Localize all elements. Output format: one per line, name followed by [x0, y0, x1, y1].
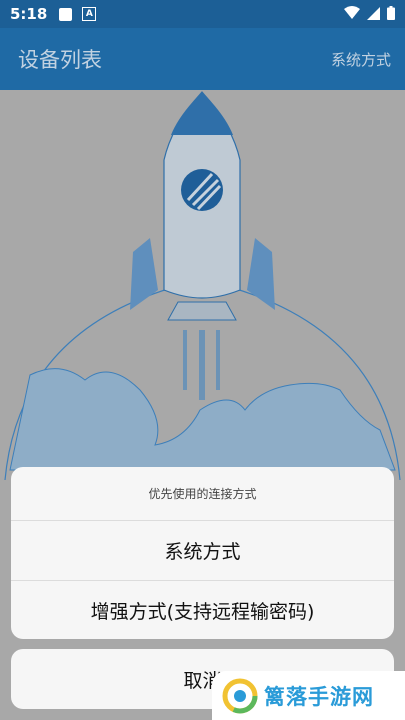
option-system-mode[interactable]: 系统方式 — [11, 521, 394, 581]
main-content: 优先使用的连接方式 系统方式 增强方式(支持远程输密码) 取消 — [0, 90, 405, 720]
battery-icon — [387, 6, 395, 20]
connection-method-sheet: 优先使用的连接方式 系统方式 增强方式(支持远程输密码) — [11, 467, 394, 639]
wifi-icon — [344, 6, 360, 19]
connection-mode-button[interactable]: 系统方式 — [331, 49, 391, 70]
status-notifications: A — [59, 7, 97, 21]
a-icon: A — [82, 7, 97, 21]
signal-icon — [367, 6, 380, 20]
watermark: 篱落手游网 — [212, 671, 405, 720]
status-bar: 5:18 A — [0, 0, 405, 28]
status-time: 5:18 — [10, 5, 48, 23]
watermark-logo-icon — [222, 678, 258, 713]
option-enhanced-mode[interactable]: 增强方式(支持远程输密码) — [11, 581, 394, 639]
page-title: 设备列表 — [18, 48, 102, 72]
sheet-title: 优先使用的连接方式 — [11, 467, 394, 521]
picture-icon — [59, 7, 73, 21]
status-system-icons — [344, 6, 395, 20]
watermark-text: 篱落手游网 — [264, 684, 374, 709]
app-bar: 设备列表 系统方式 — [0, 28, 405, 90]
